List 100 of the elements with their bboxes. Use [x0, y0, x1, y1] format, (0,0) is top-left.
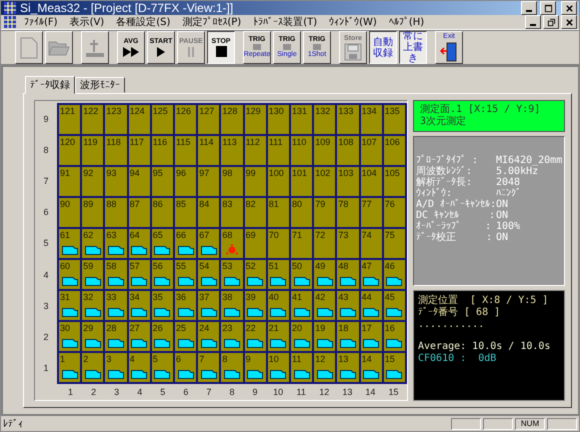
grid-cell[interactable]: 24 [198, 322, 220, 351]
grid-cell[interactable]: 95 [152, 167, 173, 196]
grid-cell[interactable]: 115 [175, 136, 196, 165]
grid-cell[interactable]: 73 [337, 229, 359, 258]
grid-cell[interactable]: 116 [152, 136, 173, 165]
grid-cell[interactable]: 110 [291, 136, 312, 165]
grid-cell[interactable]: 123 [105, 105, 127, 134]
tab[interactable]: 波形ﾓﾆﾀｰ [75, 77, 125, 93]
grid-cell[interactable]: 125 [152, 105, 173, 134]
grid-cell[interactable]: 45 [384, 291, 405, 320]
grid-cell[interactable]: 38 [221, 291, 243, 320]
grid-cell[interactable]: 105 [384, 167, 405, 196]
grid-cell[interactable]: 120 [59, 136, 80, 165]
grid-cell[interactable]: 131 [291, 105, 312, 134]
grid-cell[interactable]: 9 [244, 353, 266, 382]
grid-cell[interactable]: 37 [198, 291, 220, 320]
grid-cell[interactable]: 85 [175, 198, 196, 227]
grid-cell[interactable]: 8 [221, 353, 243, 382]
grid-cell[interactable]: 89 [82, 198, 104, 227]
grid-cell[interactable]: 32 [82, 291, 104, 320]
grid-cell[interactable]: 128 [221, 105, 243, 134]
grid-cell[interactable]: 4 [128, 353, 150, 382]
grid-cell[interactable]: 66 [175, 229, 196, 258]
grid-cell[interactable]: 41 [291, 291, 312, 320]
grid-cell[interactable]: 107 [360, 136, 382, 165]
grid-cell[interactable]: 71 [291, 229, 312, 258]
menu-item[interactable]: ﾌｧｲﾙ(F) [19, 16, 63, 28]
grid-cell[interactable]: 92 [82, 167, 104, 196]
grid-cell[interactable]: 84 [198, 198, 220, 227]
grid-cell[interactable]: 81 [268, 198, 289, 227]
grid-cell[interactable]: 40 [268, 291, 289, 320]
menu-item[interactable]: 各種設定(S) [111, 15, 176, 29]
grid-cell[interactable]: 27 [128, 322, 150, 351]
grid-cell[interactable]: 99 [244, 167, 266, 196]
grid-cell[interactable]: 83 [221, 198, 243, 227]
close-button[interactable] [561, 15, 577, 29]
grid-cell[interactable]: 104 [360, 167, 382, 196]
grid-cell[interactable]: 63 [105, 229, 127, 258]
grid-cell[interactable]: 43 [337, 291, 359, 320]
grid-cell[interactable]: 19 [314, 322, 336, 351]
grid-cell[interactable]: 65 [152, 229, 173, 258]
grid-cell[interactable]: 119 [82, 136, 104, 165]
grid-cell[interactable]: 114 [198, 136, 220, 165]
grid-cell[interactable]: 35 [152, 291, 173, 320]
tab[interactable]: ﾃﾞｰﾀ収録 [25, 76, 75, 94]
grid-cell[interactable]: 86 [152, 198, 173, 227]
grid-cell[interactable]: 33 [105, 291, 127, 320]
grid-cell[interactable]: 48 [337, 260, 359, 289]
grid-cell[interactable]: 90 [59, 198, 80, 227]
grid-cell[interactable]: 76 [384, 198, 405, 227]
grid-cell[interactable]: 18 [337, 322, 359, 351]
grid-cell[interactable]: 75 [384, 229, 405, 258]
grid-cell[interactable]: 34 [128, 291, 150, 320]
grid-cell[interactable]: 124 [128, 105, 150, 134]
minimize-button[interactable] [525, 15, 541, 29]
grid-cell[interactable]: 113 [221, 136, 243, 165]
grid-cell[interactable]: 46 [384, 260, 405, 289]
grid-cell[interactable]: 118 [105, 136, 127, 165]
grid-cell[interactable]: 96 [175, 167, 196, 196]
grid-cell[interactable]: 58 [105, 260, 127, 289]
grid-cell[interactable]: 132 [314, 105, 336, 134]
grid-cell[interactable]: 14 [360, 353, 382, 382]
grid-cell[interactable]: 74 [360, 229, 382, 258]
grid-cell[interactable]: 112 [244, 136, 266, 165]
grid-cell[interactable]: 10 [268, 353, 289, 382]
grid-cell[interactable]: 21 [268, 322, 289, 351]
grid-cell[interactable]: 7 [198, 353, 220, 382]
grid-cell[interactable]: 55 [175, 260, 196, 289]
grid-cell[interactable]: 88 [105, 198, 127, 227]
menu-item[interactable]: ﾍﾙﾌﾟ(H) [384, 16, 430, 28]
grid-cell[interactable]: 77 [360, 198, 382, 227]
grid-cell[interactable]: 111 [268, 136, 289, 165]
grid-cell[interactable]: 59 [82, 260, 104, 289]
close-button[interactable] [561, 1, 577, 15]
grid-cell[interactable]: 11 [291, 353, 312, 382]
grid-cell[interactable]: 16 [384, 322, 405, 351]
toggle-button[interactable]: 自動収録 [369, 31, 397, 64]
grid-cell[interactable]: 49 [314, 260, 336, 289]
grid-cell[interactable]: 127 [198, 105, 220, 134]
grid-cell[interactable]: 91 [59, 167, 80, 196]
grid-cell[interactable]: 23 [221, 322, 243, 351]
grid-cell[interactable]: 133 [337, 105, 359, 134]
grid-cell[interactable]: 108 [337, 136, 359, 165]
grid-cell[interactable]: 56 [152, 260, 173, 289]
grid-cell[interactable]: 94 [128, 167, 150, 196]
grid-cell[interactable]: 82 [244, 198, 266, 227]
grid-cell[interactable]: 117 [128, 136, 150, 165]
menu-item[interactable]: ｳｨﾝﾄﾞｳ(W) [324, 16, 382, 28]
grid-cell[interactable]: 72 [314, 229, 336, 258]
toggle-button[interactable]: 常に上書き [399, 31, 427, 64]
grid-cell[interactable]: 97 [198, 167, 220, 196]
grid-cell[interactable]: 100 [268, 167, 289, 196]
grid-cell[interactable]: 36 [175, 291, 196, 320]
grid-cell[interactable]: 28 [105, 322, 127, 351]
grid-cell[interactable]: 67 [198, 229, 220, 258]
grid-cell[interactable]: 101 [291, 167, 312, 196]
grid-cell[interactable]: 17 [360, 322, 382, 351]
grid-cell[interactable]: 22 [244, 322, 266, 351]
grid-cell[interactable]: 130 [268, 105, 289, 134]
grid-cell[interactable]: 60 [59, 260, 80, 289]
